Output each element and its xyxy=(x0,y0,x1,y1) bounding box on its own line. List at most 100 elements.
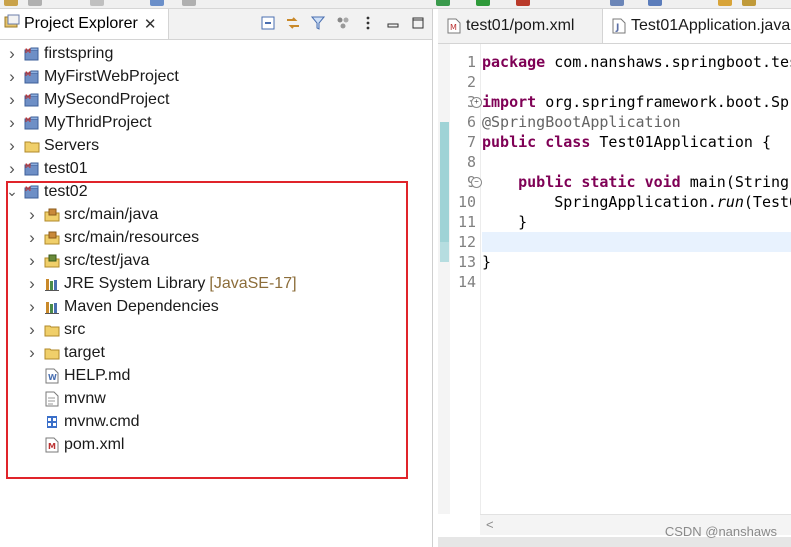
maximize-icon[interactable] xyxy=(410,15,426,31)
java-editor: M test01/pom.xml J Test01Application.jav… xyxy=(438,9,791,547)
tree-item[interactable]: › M MyFirstWebProject xyxy=(6,65,179,88)
collapse-fold-icon[interactable]: − xyxy=(471,177,482,188)
code-line: import org.springframework.boot.SpringAp… xyxy=(482,92,791,112)
chevron-right-icon[interactable]: › xyxy=(6,113,18,133)
link-with-editor-icon[interactable] xyxy=(285,15,301,31)
line-number: 12 xyxy=(457,233,476,251)
code-token: (Test01Application.class, args); xyxy=(743,193,791,211)
toolbar-button[interactable] xyxy=(182,0,196,6)
folder-icon xyxy=(24,138,40,154)
tree-item[interactable]: › Mtest01 xyxy=(6,157,88,180)
svg-text:M: M xyxy=(25,117,31,124)
line-number: 6 xyxy=(466,113,476,131)
line-number: 14 xyxy=(457,273,476,291)
collapse-all-icon[interactable] xyxy=(260,15,276,31)
tab-project-explorer[interactable]: Project Explorer ✕ xyxy=(0,9,169,39)
main-toolbar xyxy=(0,0,791,9)
tree-item-label: test01 xyxy=(44,159,88,177)
highlight-annotation xyxy=(6,181,408,479)
tree-item[interactable]: › Servers xyxy=(6,134,99,157)
chevron-right-icon[interactable]: › xyxy=(6,136,18,156)
close-icon[interactable]: ✕ xyxy=(144,15,157,33)
chevron-right-icon[interactable]: › xyxy=(6,90,18,110)
tree-item-label: firstspring xyxy=(44,44,114,62)
toolbar-button[interactable] xyxy=(150,0,164,6)
code-line: SpringApplication.run(Test01Application.… xyxy=(482,192,791,212)
chevron-right-icon[interactable]: › xyxy=(6,67,18,87)
svg-text:M: M xyxy=(450,23,457,32)
code-token: run xyxy=(716,193,744,211)
svg-text:J: J xyxy=(615,23,619,33)
maven-project-icon: M xyxy=(24,46,40,62)
tree-item-label: MyThridProject xyxy=(44,113,152,131)
code-line: @SpringBootApplication xyxy=(482,112,681,132)
code-token: org.springframework.boot.SpringApplicati… xyxy=(545,93,791,111)
toolbar-button[interactable] xyxy=(436,0,450,6)
tab-label: Test01Application.java xyxy=(631,17,791,34)
expand-fold-icon[interactable]: + xyxy=(471,97,482,108)
change-marker xyxy=(440,122,449,242)
code-token: } xyxy=(482,253,492,271)
tree-item-label: MyFirstWebProject xyxy=(44,67,179,85)
tab-label: Project Explorer xyxy=(24,15,138,32)
code-line: } xyxy=(482,212,527,232)
code-line: public class Test01Application { xyxy=(482,132,771,152)
change-ruler xyxy=(438,44,450,514)
annotation-token: @SpringBootApplication xyxy=(482,113,681,131)
view-menu-icon[interactable] xyxy=(360,15,376,31)
toolbar-button[interactable] xyxy=(648,0,662,6)
watermark: CSDN @nanshaws xyxy=(664,524,777,539)
toolbar-button[interactable] xyxy=(516,0,530,6)
keyword-token: static xyxy=(581,173,636,191)
pom-file-icon: M xyxy=(446,18,462,34)
maven-project-icon: M xyxy=(24,92,40,108)
toolbar-button[interactable] xyxy=(4,0,18,6)
tab-label: test01/pom.xml xyxy=(466,17,575,34)
code-area[interactable]: package com.nanshaws.springboot.test01; i… xyxy=(482,44,791,514)
filter-icon[interactable] xyxy=(310,15,326,31)
toolbar-button[interactable] xyxy=(476,0,490,6)
line-number: 2 xyxy=(466,73,476,91)
project-explorer-tabbar: Project Explorer ✕ xyxy=(0,9,432,40)
scroll-left-icon[interactable]: < xyxy=(486,517,494,532)
toolbar-button[interactable] xyxy=(610,0,624,6)
java-file-icon: J xyxy=(611,18,627,34)
view-options-icon[interactable] xyxy=(335,15,351,31)
keyword-token: package xyxy=(482,53,546,71)
code-token: com.nanshaws.springboot.test01; xyxy=(554,53,791,71)
tree-item-label: Servers xyxy=(44,136,100,154)
toolbar-button[interactable] xyxy=(718,0,732,6)
chevron-right-icon[interactable]: › xyxy=(6,44,18,64)
line-number: 7 xyxy=(466,133,476,151)
project-explorer-icon xyxy=(4,14,20,35)
maven-project-icon: M xyxy=(24,161,40,177)
tab-pom-xml[interactable]: M test01/pom.xml xyxy=(438,9,603,43)
tab-test01application-java[interactable]: J Test01Application.java xyxy=(603,9,791,43)
line-number: 10 xyxy=(457,193,476,211)
keyword-token: class xyxy=(545,133,591,151)
code-token: Test01Application { xyxy=(590,133,771,151)
tree-item[interactable]: › Mfirstspring xyxy=(6,42,113,65)
tree-item[interactable]: › M MyThridProject xyxy=(6,111,152,134)
keyword-token: public xyxy=(482,133,537,151)
code-line: } xyxy=(482,252,491,272)
toolbar-button[interactable] xyxy=(90,0,104,6)
line-number: 13 xyxy=(457,253,476,271)
tree-item[interactable]: › M MySecondProject xyxy=(6,88,169,111)
keyword-token: public xyxy=(518,173,573,191)
line-number: 8 xyxy=(466,153,476,171)
svg-text:M: M xyxy=(25,94,31,101)
change-marker xyxy=(440,242,449,262)
minimize-icon[interactable] xyxy=(385,15,401,31)
svg-text:M: M xyxy=(25,48,31,55)
code-token: main(String[] args) { xyxy=(689,173,791,191)
line-number: 1 xyxy=(466,53,476,71)
code-token: SpringApplication. xyxy=(482,193,717,211)
toolbar-button[interactable] xyxy=(742,0,756,6)
chevron-right-icon[interactable]: › xyxy=(6,159,18,179)
current-line-highlight xyxy=(482,232,791,252)
maven-project-icon: M xyxy=(24,69,40,85)
toolbar-button[interactable] xyxy=(28,0,42,6)
